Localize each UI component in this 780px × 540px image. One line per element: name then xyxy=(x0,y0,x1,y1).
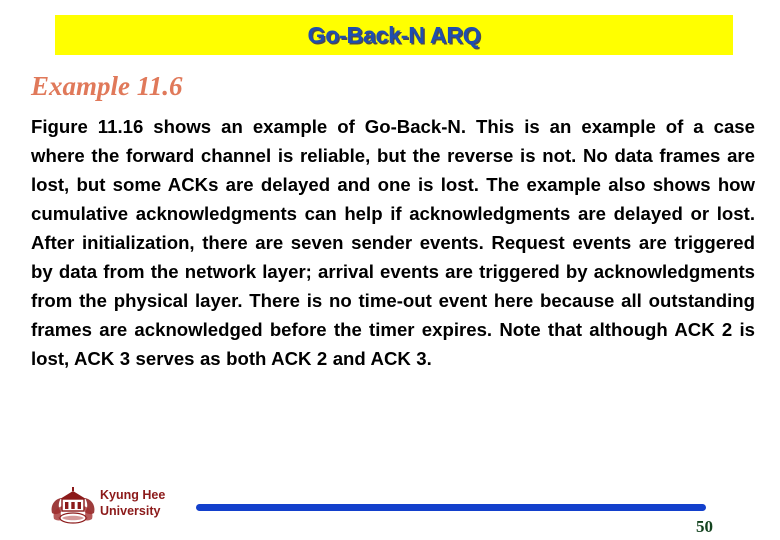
example-heading: Example 11.6 xyxy=(31,71,183,101)
example-body-block: Figure 11.16 shows an example of Go-Back… xyxy=(31,112,755,373)
university-name-line-1: Kyung Hee xyxy=(100,488,166,502)
example-body-text: Figure 11.16 shows an example of Go-Back… xyxy=(31,116,755,369)
page-number: 50 xyxy=(696,517,713,536)
university-crest-icon xyxy=(48,481,98,531)
university-name: Kyung Hee University xyxy=(100,487,165,519)
footer-rule-line xyxy=(196,504,706,511)
slide-title: Go-Back-N ARQ xyxy=(307,21,481,48)
university-name-line-2: University xyxy=(100,504,161,518)
slide-title-banner: Go-Back-N ARQ xyxy=(55,15,733,55)
slide-canvas: Go-Back-N ARQ Example 11.6 Figure 11.16 … xyxy=(0,0,780,540)
slide-footer: Kyung Hee University 50 xyxy=(0,478,780,540)
